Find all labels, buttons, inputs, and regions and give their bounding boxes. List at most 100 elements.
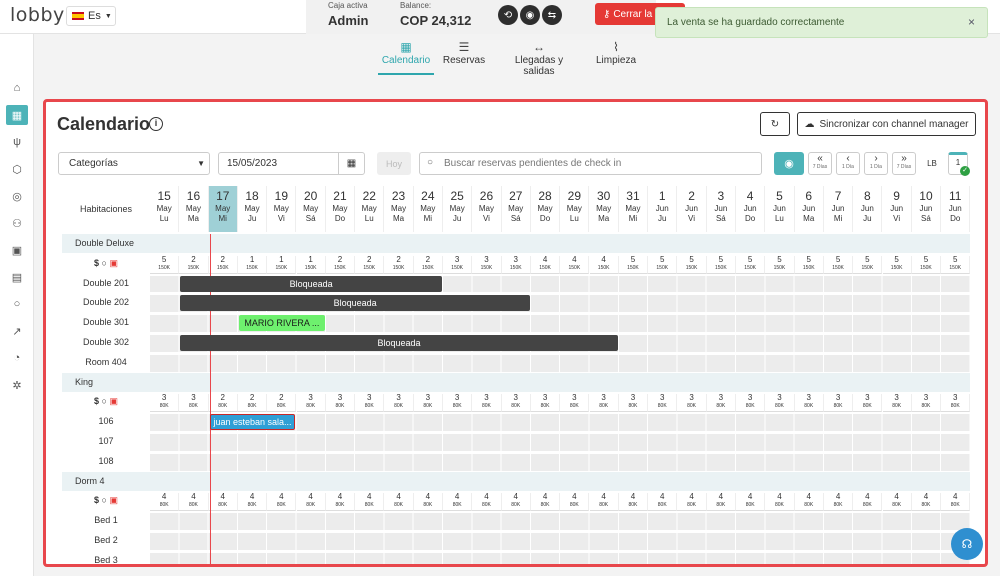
availability-cell[interactable]: 3 80K: [355, 394, 385, 413]
support-chat-button[interactable]: ☊: [951, 528, 983, 560]
day-header[interactable]: 18 May Ju: [238, 186, 268, 232]
room-label[interactable]: Double 301: [62, 313, 150, 333]
day-header[interactable]: 20 May Sá: [297, 186, 326, 232]
day-header[interactable]: 9 Jun Vi: [883, 186, 912, 232]
availability-cell[interactable]: 5 150K: [736, 255, 766, 274]
availability-cell[interactable]: 5 150K: [941, 255, 971, 274]
day-header[interactable]: 1 Jun Ju: [648, 186, 678, 232]
availability-cell[interactable]: 2 80K: [237, 394, 268, 413]
availability-cell[interactable]: 1 150K: [296, 255, 326, 274]
tab-reservas[interactable]: ☰ Reservas: [442, 40, 486, 66]
availability-cell[interactable]: 3 80K: [765, 394, 795, 413]
availability-cell[interactable]: 4 80K: [384, 493, 414, 512]
day-header[interactable]: 30 May Ma: [590, 186, 619, 232]
day-header[interactable]: 6 Jun Ma: [795, 186, 824, 232]
price-icon[interactable]: $: [94, 258, 99, 268]
lb-toggle[interactable]: LB: [920, 152, 944, 175]
availability-cell[interactable]: 3 80K: [530, 394, 561, 413]
search-icon[interactable]: ○: [102, 495, 107, 505]
room-row[interactable]: [150, 552, 970, 564]
price-icon[interactable]: $: [94, 396, 99, 406]
search-icon[interactable]: ○: [102, 396, 107, 406]
availability-cell[interactable]: 4 80K: [296, 493, 326, 512]
availability-cell[interactable]: 3 80K: [589, 394, 619, 413]
room-label[interactable]: 107: [62, 432, 150, 452]
availability-cell[interactable]: 4 80K: [677, 493, 707, 512]
day-header[interactable]: 3 Jun Sá: [707, 186, 736, 232]
availability-cell[interactable]: 4 150K: [530, 255, 561, 274]
availability-cell[interactable]: 3 80K: [618, 394, 649, 413]
room-row[interactable]: [150, 453, 970, 471]
availability-cell[interactable]: 3 80K: [325, 394, 356, 413]
availability-cell[interactable]: 2 150K: [325, 255, 356, 274]
tab-calendario[interactable]: ▦ Calendario: [376, 40, 436, 66]
day-header[interactable]: 2 Jun Vi: [677, 186, 707, 232]
day-header[interactable]: 15 May Lu: [150, 186, 180, 232]
history-icon[interactable]: ⟲: [498, 5, 518, 25]
availability-cell[interactable]: 3 80K: [882, 394, 912, 413]
category-select[interactable]: Categorías ▼: [58, 152, 210, 175]
availability-cell[interactable]: 3 150K: [443, 255, 473, 274]
room-label[interactable]: Room 404: [62, 353, 150, 373]
availability-cell[interactable]: 3 80K: [179, 394, 209, 413]
availability-cell[interactable]: 4 80K: [648, 493, 678, 512]
back-7-days-button[interactable]: «7 Días: [808, 152, 832, 175]
availability-cell[interactable]: 4 80K: [150, 493, 180, 512]
lock-icon[interactable]: ▣: [109, 396, 118, 406]
booking-bar[interactable]: Bloqueada: [180, 335, 618, 351]
availability-cell[interactable]: 4 80K: [823, 493, 854, 512]
availability-cell[interactable]: 3 150K: [501, 255, 531, 274]
availability-cell[interactable]: 2 150K: [179, 255, 209, 274]
day-header[interactable]: 7 Jun Mi: [824, 186, 854, 232]
pending-checkin-search[interactable]: ○ Buscar reservas pendientes de check in: [419, 152, 762, 175]
availability-cell[interactable]: 1 150K: [267, 255, 297, 274]
users-icon[interactable]: ⚇: [6, 213, 28, 233]
availability-cell[interactable]: 3 80K: [384, 394, 414, 413]
availability-cell[interactable]: 5 150K: [706, 255, 736, 274]
availability-cell[interactable]: 2 80K: [208, 394, 238, 413]
room-label[interactable]: Double 201: [62, 274, 150, 294]
refresh-button[interactable]: ↻: [760, 112, 790, 136]
availability-cell[interactable]: 3 80K: [648, 394, 678, 413]
day-header[interactable]: 23 May Ma: [384, 186, 414, 232]
availability-cell[interactable]: 4 80K: [208, 493, 238, 512]
chart-icon[interactable]: ↗: [6, 321, 28, 341]
eye-icon[interactable]: ◉: [520, 5, 540, 25]
day-header[interactable]: 11 Jun Do: [941, 186, 971, 232]
room-row[interactable]: [150, 533, 970, 550]
coin-icon[interactable]: ◎: [6, 186, 28, 206]
tab-limpieza[interactable]: ⌇ Limpieza: [594, 40, 638, 66]
availability-cell[interactable]: 3 80K: [677, 394, 707, 413]
availability-cell[interactable]: 3 80K: [560, 394, 590, 413]
room-label[interactable]: Bed 2: [62, 531, 150, 551]
view-toggle-button[interactable]: ◉: [774, 152, 804, 175]
availability-cell[interactable]: 4 80K: [237, 493, 268, 512]
availability-cell[interactable]: 3 80K: [736, 394, 766, 413]
availability-cell[interactable]: 4 80K: [413, 493, 443, 512]
day-header[interactable]: 16 May Ma: [179, 186, 209, 232]
day-header[interactable]: 27 May Sá: [502, 186, 531, 232]
availability-cell[interactable]: 3 80K: [794, 394, 824, 413]
availability-cell[interactable]: 4 150K: [589, 255, 619, 274]
availability-cell[interactable]: 4 80K: [501, 493, 531, 512]
availability-cell[interactable]: 2 150K: [355, 255, 385, 274]
price-icon[interactable]: $: [94, 495, 99, 505]
search-icon[interactable]: ○: [6, 294, 28, 314]
availability-cell[interactable]: 3 80K: [911, 394, 942, 413]
availability-cell[interactable]: 2 150K: [413, 255, 443, 274]
back-1-day-button[interactable]: ‹ 1 Día: [836, 152, 860, 175]
availability-cell[interactable]: 4 80K: [618, 493, 649, 512]
availability-cell[interactable]: 4 80K: [911, 493, 942, 512]
sync-channel-manager-button[interactable]: ☁ Sincronizar con channel manager: [797, 112, 976, 136]
day-header[interactable]: 4 Jun Do: [736, 186, 766, 232]
room-label[interactable]: 106: [62, 412, 150, 432]
booking-bar[interactable]: Bloqueada: [180, 275, 442, 292]
forward-7-days-button[interactable]: » 7 Días: [892, 152, 916, 175]
availability-cell[interactable]: 4 80K: [179, 493, 209, 512]
calendar-nav-icon[interactable]: ▦: [6, 105, 28, 125]
availability-cell[interactable]: 5 150K: [882, 255, 912, 274]
availability-cell[interactable]: 2 80K: [267, 394, 297, 413]
close-icon[interactable]: ×: [968, 15, 975, 29]
booking-bar[interactable]: Bloqueada: [180, 295, 530, 312]
availability-cell[interactable]: 4 80K: [882, 493, 912, 512]
